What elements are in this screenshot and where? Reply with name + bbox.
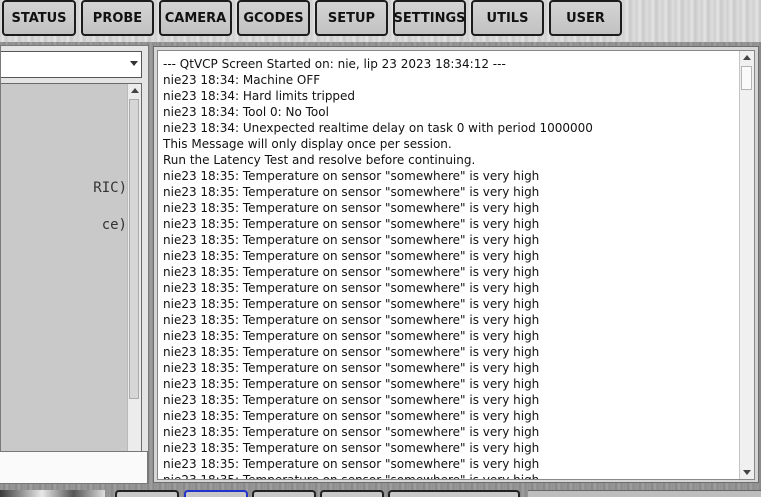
log-line: nie23 18:35: Temperature on sensor "some… bbox=[163, 473, 540, 480]
scroll-down-icon[interactable] bbox=[743, 470, 751, 475]
tab-settings[interactable]: SETTINGS bbox=[393, 0, 466, 36]
log-line: nie23 18:34: Tool 0: No Tool bbox=[163, 105, 329, 119]
code-line: RIC) bbox=[93, 180, 127, 196]
log-line: nie23 18:35: Temperature on sensor "some… bbox=[163, 313, 540, 327]
code-vertical-scrollbar[interactable] bbox=[127, 84, 141, 460]
scroll-up-icon[interactable] bbox=[743, 55, 751, 60]
left-panel: RIC) ce) bbox=[0, 45, 149, 484]
log-line: nie23 18:35: Temperature on sensor "some… bbox=[163, 441, 540, 455]
log-line: nie23 18:34: Machine OFF bbox=[163, 73, 321, 87]
scrollbar-thumb[interactable] bbox=[129, 99, 139, 399]
scroll-up-icon[interactable] bbox=[131, 88, 139, 93]
log-line: Run the Latency Test and resolve before … bbox=[163, 153, 476, 167]
log-line: --- QtVCP Screen Started on: nie, lip 23… bbox=[163, 57, 506, 71]
bottom-panel bbox=[528, 490, 761, 497]
tab-user-label: USER bbox=[566, 10, 605, 26]
log-line: nie23 18:35: Temperature on sensor "some… bbox=[163, 297, 540, 311]
mdi-input-field[interactable] bbox=[0, 451, 148, 484]
log-line: nie23 18:35: Temperature on sensor "some… bbox=[163, 393, 540, 407]
log-line: nie23 18:35: Temperature on sensor "some… bbox=[163, 377, 540, 391]
log-line: nie23 18:34: Unexpected realtime delay o… bbox=[163, 121, 593, 135]
log-line: nie23 18:35: Temperature on sensor "some… bbox=[163, 361, 540, 375]
code-line: ce) bbox=[101, 217, 127, 233]
status-log-panel: --- QtVCP Screen Started on: nie, lip 23… bbox=[153, 46, 759, 483]
tab-gcodes[interactable]: GCODES bbox=[237, 0, 310, 36]
tab-settings-label: SETTINGS bbox=[393, 10, 466, 26]
bottom-button[interactable] bbox=[184, 490, 248, 497]
log-line: nie23 18:35: Temperature on sensor "some… bbox=[163, 409, 540, 423]
log-line: nie23 18:35: Temperature on sensor "some… bbox=[163, 457, 540, 471]
scrollbar-thumb[interactable] bbox=[741, 66, 752, 90]
tab-camera-label: CAMERA bbox=[164, 10, 227, 26]
tab-setup-label: SETUP bbox=[327, 10, 376, 26]
log-line: nie23 18:35: Temperature on sensor "some… bbox=[163, 329, 540, 343]
tab-gcodes-label: GCODES bbox=[243, 10, 304, 26]
tab-probe[interactable]: PROBE bbox=[81, 0, 154, 36]
tab-utils[interactable]: UTILS bbox=[471, 0, 544, 36]
log-line: This Message will only display once per … bbox=[163, 137, 452, 151]
tab-status[interactable]: STATUS bbox=[2, 0, 76, 36]
status-log[interactable]: --- QtVCP Screen Started on: nie, lip 23… bbox=[157, 50, 755, 480]
log-line: nie23 18:35: Temperature on sensor "some… bbox=[163, 217, 540, 231]
log-line: nie23 18:35: Temperature on sensor "some… bbox=[163, 281, 540, 295]
tab-probe-label: PROBE bbox=[92, 10, 143, 26]
tab-user[interactable]: USER bbox=[549, 0, 622, 36]
bottom-button[interactable] bbox=[320, 490, 384, 497]
bottom-button[interactable] bbox=[252, 490, 316, 497]
log-line: nie23 18:35: Temperature on sensor "some… bbox=[163, 169, 540, 183]
log-line: nie23 18:35: Temperature on sensor "some… bbox=[163, 425, 540, 439]
log-line: nie23 18:34: Hard limits tripped bbox=[163, 89, 356, 103]
log-line: nie23 18:35: Temperature on sensor "some… bbox=[163, 345, 540, 359]
tab-status-label: STATUS bbox=[11, 10, 67, 26]
file-combo-box[interactable] bbox=[1, 51, 142, 78]
bottom-button[interactable] bbox=[115, 490, 179, 497]
log-line: nie23 18:35: Temperature on sensor "some… bbox=[163, 233, 540, 247]
gcode-viewer[interactable]: RIC) ce) bbox=[1, 83, 142, 475]
log-line: nie23 18:35: Temperature on sensor "some… bbox=[163, 249, 540, 263]
log-line: nie23 18:35: Temperature on sensor "some… bbox=[163, 265, 540, 279]
chevron-down-icon[interactable] bbox=[130, 61, 138, 66]
bottom-decoration bbox=[0, 490, 105, 497]
log-lines: --- QtVCP Screen Started on: nie, lip 23… bbox=[163, 56, 738, 480]
log-line: nie23 18:35: Temperature on sensor "some… bbox=[163, 185, 540, 199]
log-vertical-scrollbar[interactable] bbox=[739, 51, 754, 479]
tab-camera[interactable]: CAMERA bbox=[159, 0, 232, 36]
bottom-button[interactable] bbox=[388, 490, 520, 497]
log-line: nie23 18:35: Temperature on sensor "some… bbox=[163, 201, 540, 215]
tab-setup[interactable]: SETUP bbox=[315, 0, 388, 36]
tab-utils-label: UTILS bbox=[486, 10, 529, 26]
